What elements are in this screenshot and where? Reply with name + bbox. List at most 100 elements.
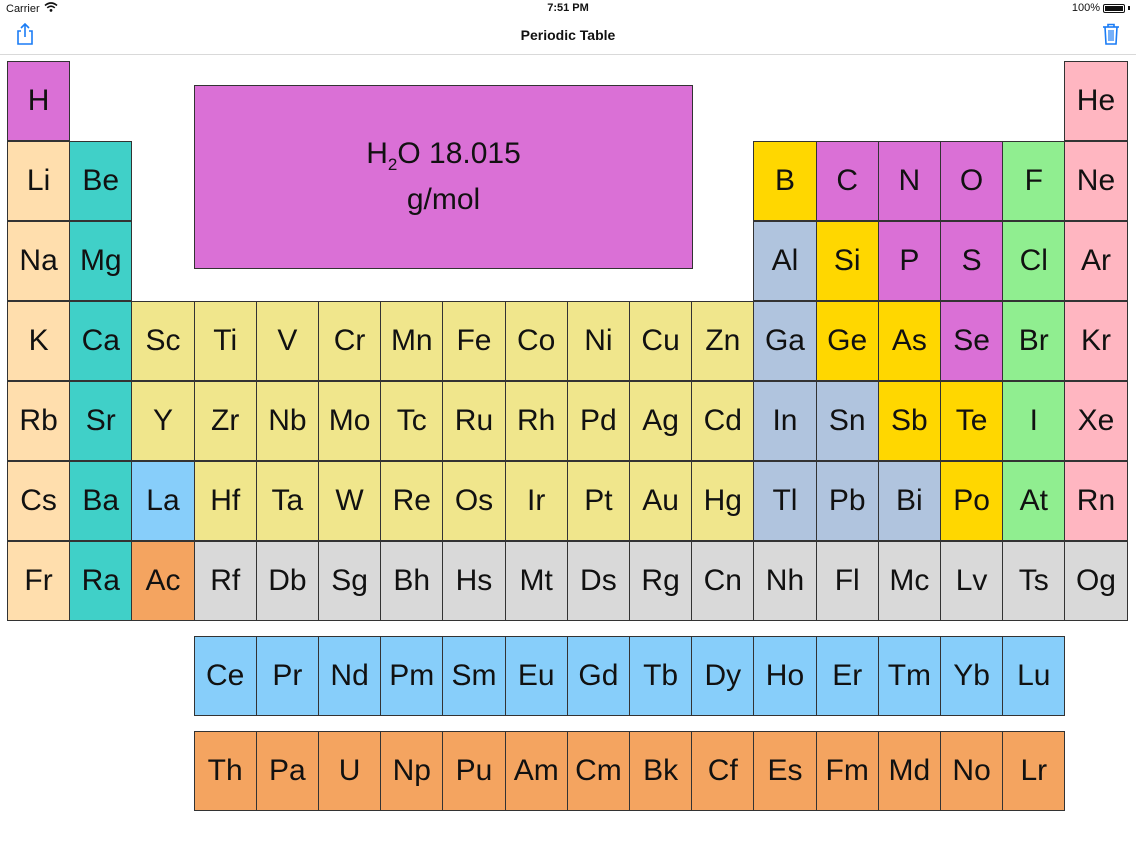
- element-tm[interactable]: Tm: [877, 636, 941, 716]
- element-la[interactable]: La: [131, 461, 195, 541]
- element-cn[interactable]: Cn: [691, 541, 755, 621]
- element-o[interactable]: O: [940, 141, 1004, 221]
- element-bi[interactable]: Bi: [877, 461, 941, 541]
- element-pt[interactable]: Pt: [566, 461, 630, 541]
- element-c[interactable]: C: [815, 141, 879, 221]
- element-nd[interactable]: Nd: [318, 636, 382, 716]
- element-ce[interactable]: Ce: [193, 636, 257, 716]
- element-cu[interactable]: Cu: [629, 301, 693, 381]
- element-ni[interactable]: Ni: [566, 301, 630, 381]
- element-tl[interactable]: Tl: [753, 461, 817, 541]
- element-n[interactable]: N: [877, 141, 941, 221]
- element-ho[interactable]: Ho: [753, 636, 817, 716]
- element-ds[interactable]: Ds: [566, 541, 630, 621]
- element-hs[interactable]: Hs: [442, 541, 506, 621]
- element-ga[interactable]: Ga: [753, 301, 817, 381]
- element-ne[interactable]: Ne: [1064, 141, 1128, 221]
- delete-button[interactable]: [1096, 22, 1126, 50]
- element-pm[interactable]: Pm: [380, 636, 444, 716]
- element-cr[interactable]: Cr: [318, 301, 382, 381]
- element-sn[interactable]: Sn: [815, 381, 879, 461]
- element-f[interactable]: F: [1002, 141, 1066, 221]
- element-ts[interactable]: Ts: [1002, 541, 1066, 621]
- element-rb[interactable]: Rb: [7, 381, 71, 461]
- element-cf[interactable]: Cf: [691, 731, 755, 811]
- element-ti[interactable]: Ti: [193, 301, 257, 381]
- element-in[interactable]: In: [753, 381, 817, 461]
- element-re[interactable]: Re: [380, 461, 444, 541]
- element-fr[interactable]: Fr: [7, 541, 71, 621]
- element-np[interactable]: Np: [380, 731, 444, 811]
- element-pr[interactable]: Pr: [255, 636, 319, 716]
- element-h[interactable]: H: [7, 61, 71, 141]
- element-mt[interactable]: Mt: [504, 541, 568, 621]
- share-button[interactable]: [10, 22, 40, 50]
- element-na[interactable]: Na: [7, 221, 71, 301]
- element-og[interactable]: Og: [1064, 541, 1128, 621]
- element-nb[interactable]: Nb: [255, 381, 319, 461]
- element-fm[interactable]: Fm: [815, 731, 879, 811]
- element-er[interactable]: Er: [815, 636, 879, 716]
- element-he[interactable]: He: [1064, 61, 1128, 141]
- element-co[interactable]: Co: [504, 301, 568, 381]
- element-zn[interactable]: Zn: [691, 301, 755, 381]
- element-sm[interactable]: Sm: [442, 636, 506, 716]
- element-yb[interactable]: Yb: [940, 636, 1004, 716]
- element-s[interactable]: S: [940, 221, 1004, 301]
- element-y[interactable]: Y: [131, 381, 195, 461]
- element-am[interactable]: Am: [504, 731, 568, 811]
- element-es[interactable]: Es: [753, 731, 817, 811]
- element-sg[interactable]: Sg: [318, 541, 382, 621]
- element-kr[interactable]: Kr: [1064, 301, 1128, 381]
- element-li[interactable]: Li: [7, 141, 71, 221]
- element-be[interactable]: Be: [69, 141, 133, 221]
- element-at[interactable]: At: [1002, 461, 1066, 541]
- element-ba[interactable]: Ba: [69, 461, 133, 541]
- element-p[interactable]: P: [877, 221, 941, 301]
- element-nh[interactable]: Nh: [753, 541, 817, 621]
- element-gd[interactable]: Gd: [566, 636, 630, 716]
- element-sc[interactable]: Sc: [131, 301, 195, 381]
- element-mo[interactable]: Mo: [318, 381, 382, 461]
- element-ra[interactable]: Ra: [69, 541, 133, 621]
- element-te[interactable]: Te: [940, 381, 1004, 461]
- element-eu[interactable]: Eu: [504, 636, 568, 716]
- element-rf[interactable]: Rf: [193, 541, 257, 621]
- element-ca[interactable]: Ca: [69, 301, 133, 381]
- element-k[interactable]: K: [7, 301, 71, 381]
- element-pa[interactable]: Pa: [255, 731, 319, 811]
- element-v[interactable]: V: [255, 301, 319, 381]
- element-fl[interactable]: Fl: [815, 541, 879, 621]
- element-cm[interactable]: Cm: [566, 731, 630, 811]
- element-rh[interactable]: Rh: [504, 381, 568, 461]
- element-sr[interactable]: Sr: [69, 381, 133, 461]
- element-si[interactable]: Si: [815, 221, 879, 301]
- element-no[interactable]: No: [940, 731, 1004, 811]
- element-lr[interactable]: Lr: [1002, 731, 1066, 811]
- element-th[interactable]: Th: [193, 731, 257, 811]
- element-pb[interactable]: Pb: [815, 461, 879, 541]
- element-cd[interactable]: Cd: [691, 381, 755, 461]
- element-bk[interactable]: Bk: [629, 731, 693, 811]
- element-w[interactable]: W: [318, 461, 382, 541]
- element-hg[interactable]: Hg: [691, 461, 755, 541]
- element-pu[interactable]: Pu: [442, 731, 506, 811]
- element-ta[interactable]: Ta: [255, 461, 319, 541]
- element-os[interactable]: Os: [442, 461, 506, 541]
- element-ar[interactable]: Ar: [1064, 221, 1128, 301]
- element-db[interactable]: Db: [255, 541, 319, 621]
- element-bh[interactable]: Bh: [380, 541, 444, 621]
- element-rg[interactable]: Rg: [629, 541, 693, 621]
- element-ru[interactable]: Ru: [442, 381, 506, 461]
- element-au[interactable]: Au: [629, 461, 693, 541]
- element-u[interactable]: U: [318, 731, 382, 811]
- element-ac[interactable]: Ac: [131, 541, 195, 621]
- element-as[interactable]: As: [877, 301, 941, 381]
- element-lv[interactable]: Lv: [940, 541, 1004, 621]
- element-lu[interactable]: Lu: [1002, 636, 1066, 716]
- element-tb[interactable]: Tb: [629, 636, 693, 716]
- element-pd[interactable]: Pd: [566, 381, 630, 461]
- element-b[interactable]: B: [753, 141, 817, 221]
- element-xe[interactable]: Xe: [1064, 381, 1128, 461]
- element-md[interactable]: Md: [877, 731, 941, 811]
